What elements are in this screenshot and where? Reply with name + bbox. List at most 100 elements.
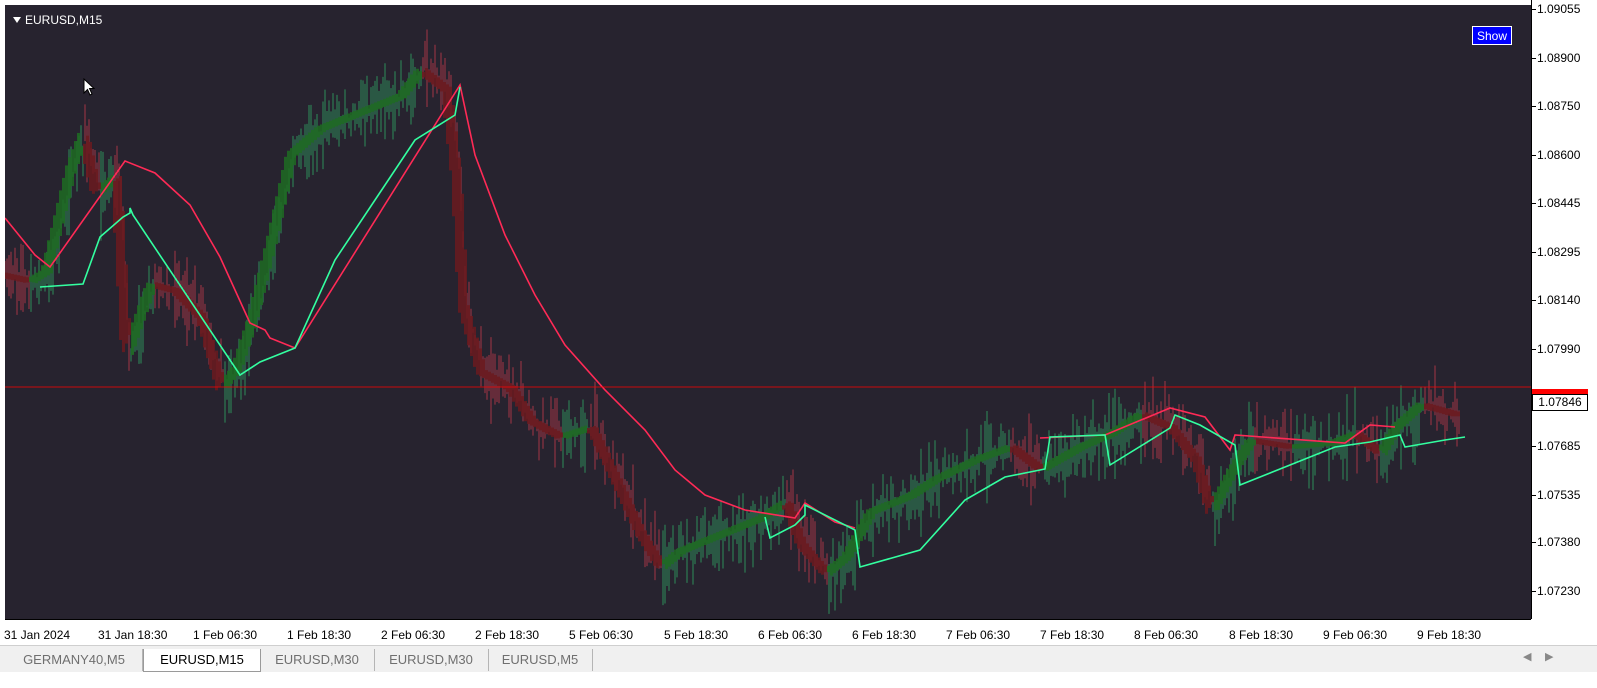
tab-germany40-m5[interactable]: GERMANY40,M5 bbox=[6, 649, 143, 671]
band-segment bbox=[5, 272, 8, 279]
band-segment bbox=[944, 470, 947, 480]
band-segment bbox=[1433, 404, 1436, 412]
price-axis[interactable] bbox=[1531, 0, 1597, 619]
band-segment bbox=[1097, 435, 1100, 444]
band-segment bbox=[164, 284, 167, 292]
time-tick-label: 7 Feb 18:30 bbox=[1040, 628, 1105, 642]
band-segment bbox=[872, 506, 875, 520]
band-segment bbox=[641, 523, 644, 547]
band-segment bbox=[650, 540, 653, 561]
band-segment bbox=[266, 235, 269, 281]
band-segment bbox=[887, 500, 890, 509]
tab-eurusd-m30[interactable]: EURUSD,M30 bbox=[260, 649, 375, 671]
band-segment bbox=[410, 74, 413, 92]
band-segment bbox=[1058, 454, 1061, 465]
band-segment bbox=[962, 461, 965, 471]
band-segment bbox=[1382, 439, 1385, 453]
band-segment bbox=[1373, 441, 1376, 454]
band-segment bbox=[401, 86, 404, 100]
band-segment bbox=[308, 132, 311, 146]
band-segment bbox=[1400, 416, 1403, 430]
show-button[interactable]: Show bbox=[1472, 26, 1512, 45]
chart-plot-area[interactable]: EURUSD,M15 Show bbox=[5, 5, 1531, 619]
band-segment bbox=[1211, 495, 1214, 503]
band-segment bbox=[659, 555, 662, 566]
tab-eurusd-m15[interactable]: EURUSD,M15 bbox=[143, 649, 261, 672]
tabs-scroll-left-icon[interactable]: ◀ bbox=[1523, 650, 1531, 663]
band-segment bbox=[500, 378, 503, 388]
band-segment bbox=[1247, 438, 1250, 456]
band-segment bbox=[551, 427, 554, 437]
band-segment bbox=[1427, 403, 1430, 410]
band-segment bbox=[989, 450, 992, 459]
band-segment bbox=[1376, 444, 1379, 454]
band-segment bbox=[731, 526, 734, 535]
symbol-label[interactable]: EURUSD,M15 bbox=[13, 13, 102, 27]
band-segment bbox=[923, 481, 926, 493]
band-segment bbox=[356, 109, 359, 118]
band-segment bbox=[803, 536, 806, 556]
band-segment bbox=[1172, 424, 1175, 439]
tab-eurusd-m30[interactable]: EURUSD,M30 bbox=[374, 649, 489, 671]
band-segment bbox=[383, 98, 386, 107]
band-segment bbox=[917, 485, 920, 497]
band-segment bbox=[656, 550, 659, 569]
band-segment bbox=[464, 249, 467, 335]
band-segment bbox=[1307, 443, 1310, 448]
band-segment bbox=[1283, 442, 1286, 449]
band-segment bbox=[170, 286, 173, 293]
time-tick-label: 31 Jan 2024 bbox=[4, 628, 71, 642]
band-segment bbox=[890, 499, 893, 508]
band-segment bbox=[734, 524, 737, 533]
band-segment bbox=[1454, 410, 1457, 417]
band-segment bbox=[1406, 410, 1409, 424]
band-segment bbox=[884, 502, 887, 511]
band-segment bbox=[227, 370, 230, 388]
band-segment bbox=[1364, 434, 1367, 447]
band-segment bbox=[518, 391, 521, 412]
band-segment bbox=[1274, 441, 1277, 448]
price-tick-label: 1.07535 bbox=[1531, 488, 1581, 502]
band-segment bbox=[821, 560, 824, 575]
band-segment bbox=[137, 305, 140, 338]
band-segment bbox=[317, 125, 320, 138]
band-segment bbox=[617, 471, 620, 498]
band-segment bbox=[359, 108, 362, 117]
band-segment bbox=[1076, 444, 1079, 454]
band-segment bbox=[1403, 413, 1406, 427]
chevron-down-icon[interactable] bbox=[13, 17, 21, 23]
band-segment bbox=[419, 71, 422, 80]
band-segment bbox=[374, 102, 377, 111]
tab-eurusd-m5[interactable]: EURUSD,M5 bbox=[488, 649, 593, 671]
band-segment bbox=[737, 523, 740, 532]
band-segment bbox=[578, 427, 581, 435]
band-segment bbox=[1418, 403, 1421, 413]
band-segment bbox=[545, 424, 548, 434]
time-tick-label: 9 Feb 18:30 bbox=[1417, 628, 1482, 642]
band-segment bbox=[209, 329, 212, 369]
band-segment bbox=[809, 546, 812, 563]
band-segment bbox=[584, 425, 587, 433]
band-segment bbox=[629, 497, 632, 524]
band-segment bbox=[791, 502, 794, 536]
band-segment bbox=[605, 446, 608, 472]
band-segment bbox=[1040, 463, 1043, 469]
band-segment bbox=[1415, 402, 1418, 416]
band-segment bbox=[269, 222, 272, 269]
band-segment bbox=[626, 491, 629, 518]
price-tick-label: 1.07230 bbox=[1531, 584, 1581, 598]
band-segment bbox=[542, 422, 545, 433]
band-segment bbox=[1268, 440, 1271, 447]
time-tick-label: 5 Feb 18:30 bbox=[664, 628, 729, 642]
tabs-scroll-right-icon[interactable]: ▶ bbox=[1545, 650, 1553, 663]
price-tick-label: 1.07685 bbox=[1531, 439, 1581, 453]
band-segment bbox=[497, 376, 500, 387]
band-segment bbox=[116, 178, 119, 287]
band-segment bbox=[173, 287, 176, 297]
band-segment bbox=[674, 549, 677, 562]
band-segment bbox=[458, 157, 461, 313]
band-segment bbox=[311, 129, 314, 143]
band-segment bbox=[248, 309, 251, 347]
band-segment bbox=[1313, 442, 1316, 448]
band-segment bbox=[287, 150, 290, 192]
